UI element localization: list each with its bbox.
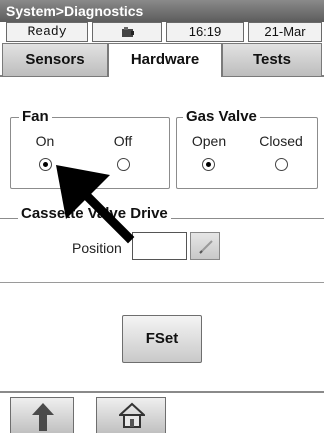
diagnostics-screen: System>Diagnostics Ready 16:19 21-Mar Se…	[0, 0, 324, 433]
gas-closed-radio[interactable]	[275, 158, 288, 171]
tab-sensors[interactable]: Sensors	[2, 43, 108, 77]
status-row: Ready 16:19 21-Mar	[6, 22, 322, 42]
cassette-legend: Cassette Valve Drive	[18, 205, 171, 222]
gas-valve-legend: Gas Valve	[183, 108, 260, 125]
bottom-nav-bar	[0, 391, 324, 433]
status-state: Ready	[6, 22, 88, 42]
window-title: System>Diagnostics	[0, 0, 324, 22]
gas-open-radio[interactable]	[202, 158, 215, 171]
position-input[interactable]	[132, 232, 187, 260]
tab-hardware[interactable]: Hardware	[108, 43, 222, 79]
status-device-icon-cell	[92, 22, 162, 42]
fan-legend: Fan	[19, 108, 52, 125]
status-time: 16:19	[166, 22, 244, 42]
fset-button[interactable]: FSet	[122, 315, 202, 363]
fan-on-label: On	[35, 133, 55, 149]
fan-group: Fan On Off	[10, 108, 170, 189]
divider-line	[0, 282, 324, 283]
tab-tests[interactable]: Tests	[222, 43, 322, 77]
device-icon	[122, 27, 134, 37]
gas-valve-group: Gas Valve Open Closed	[176, 108, 318, 189]
position-label: Position	[72, 240, 122, 256]
home-icon	[119, 402, 145, 428]
up-button[interactable]	[10, 397, 74, 433]
fan-on-radio[interactable]	[39, 158, 52, 171]
home-button[interactable]	[96, 397, 166, 433]
fan-off-radio[interactable]	[117, 158, 130, 171]
hardware-panel: Fan On Off Gas Valve Open Closed Cassett…	[0, 77, 324, 391]
edit-position-button[interactable]	[190, 232, 220, 260]
pencil-icon	[199, 240, 213, 254]
fan-off-label: Off	[113, 133, 133, 149]
gas-open-label: Open	[191, 133, 227, 149]
status-date: 21-Mar	[248, 22, 322, 42]
tab-bar: Sensors Hardware Tests	[0, 43, 324, 79]
gas-closed-label: Closed	[259, 133, 303, 149]
up-arrow-icon	[32, 403, 54, 431]
